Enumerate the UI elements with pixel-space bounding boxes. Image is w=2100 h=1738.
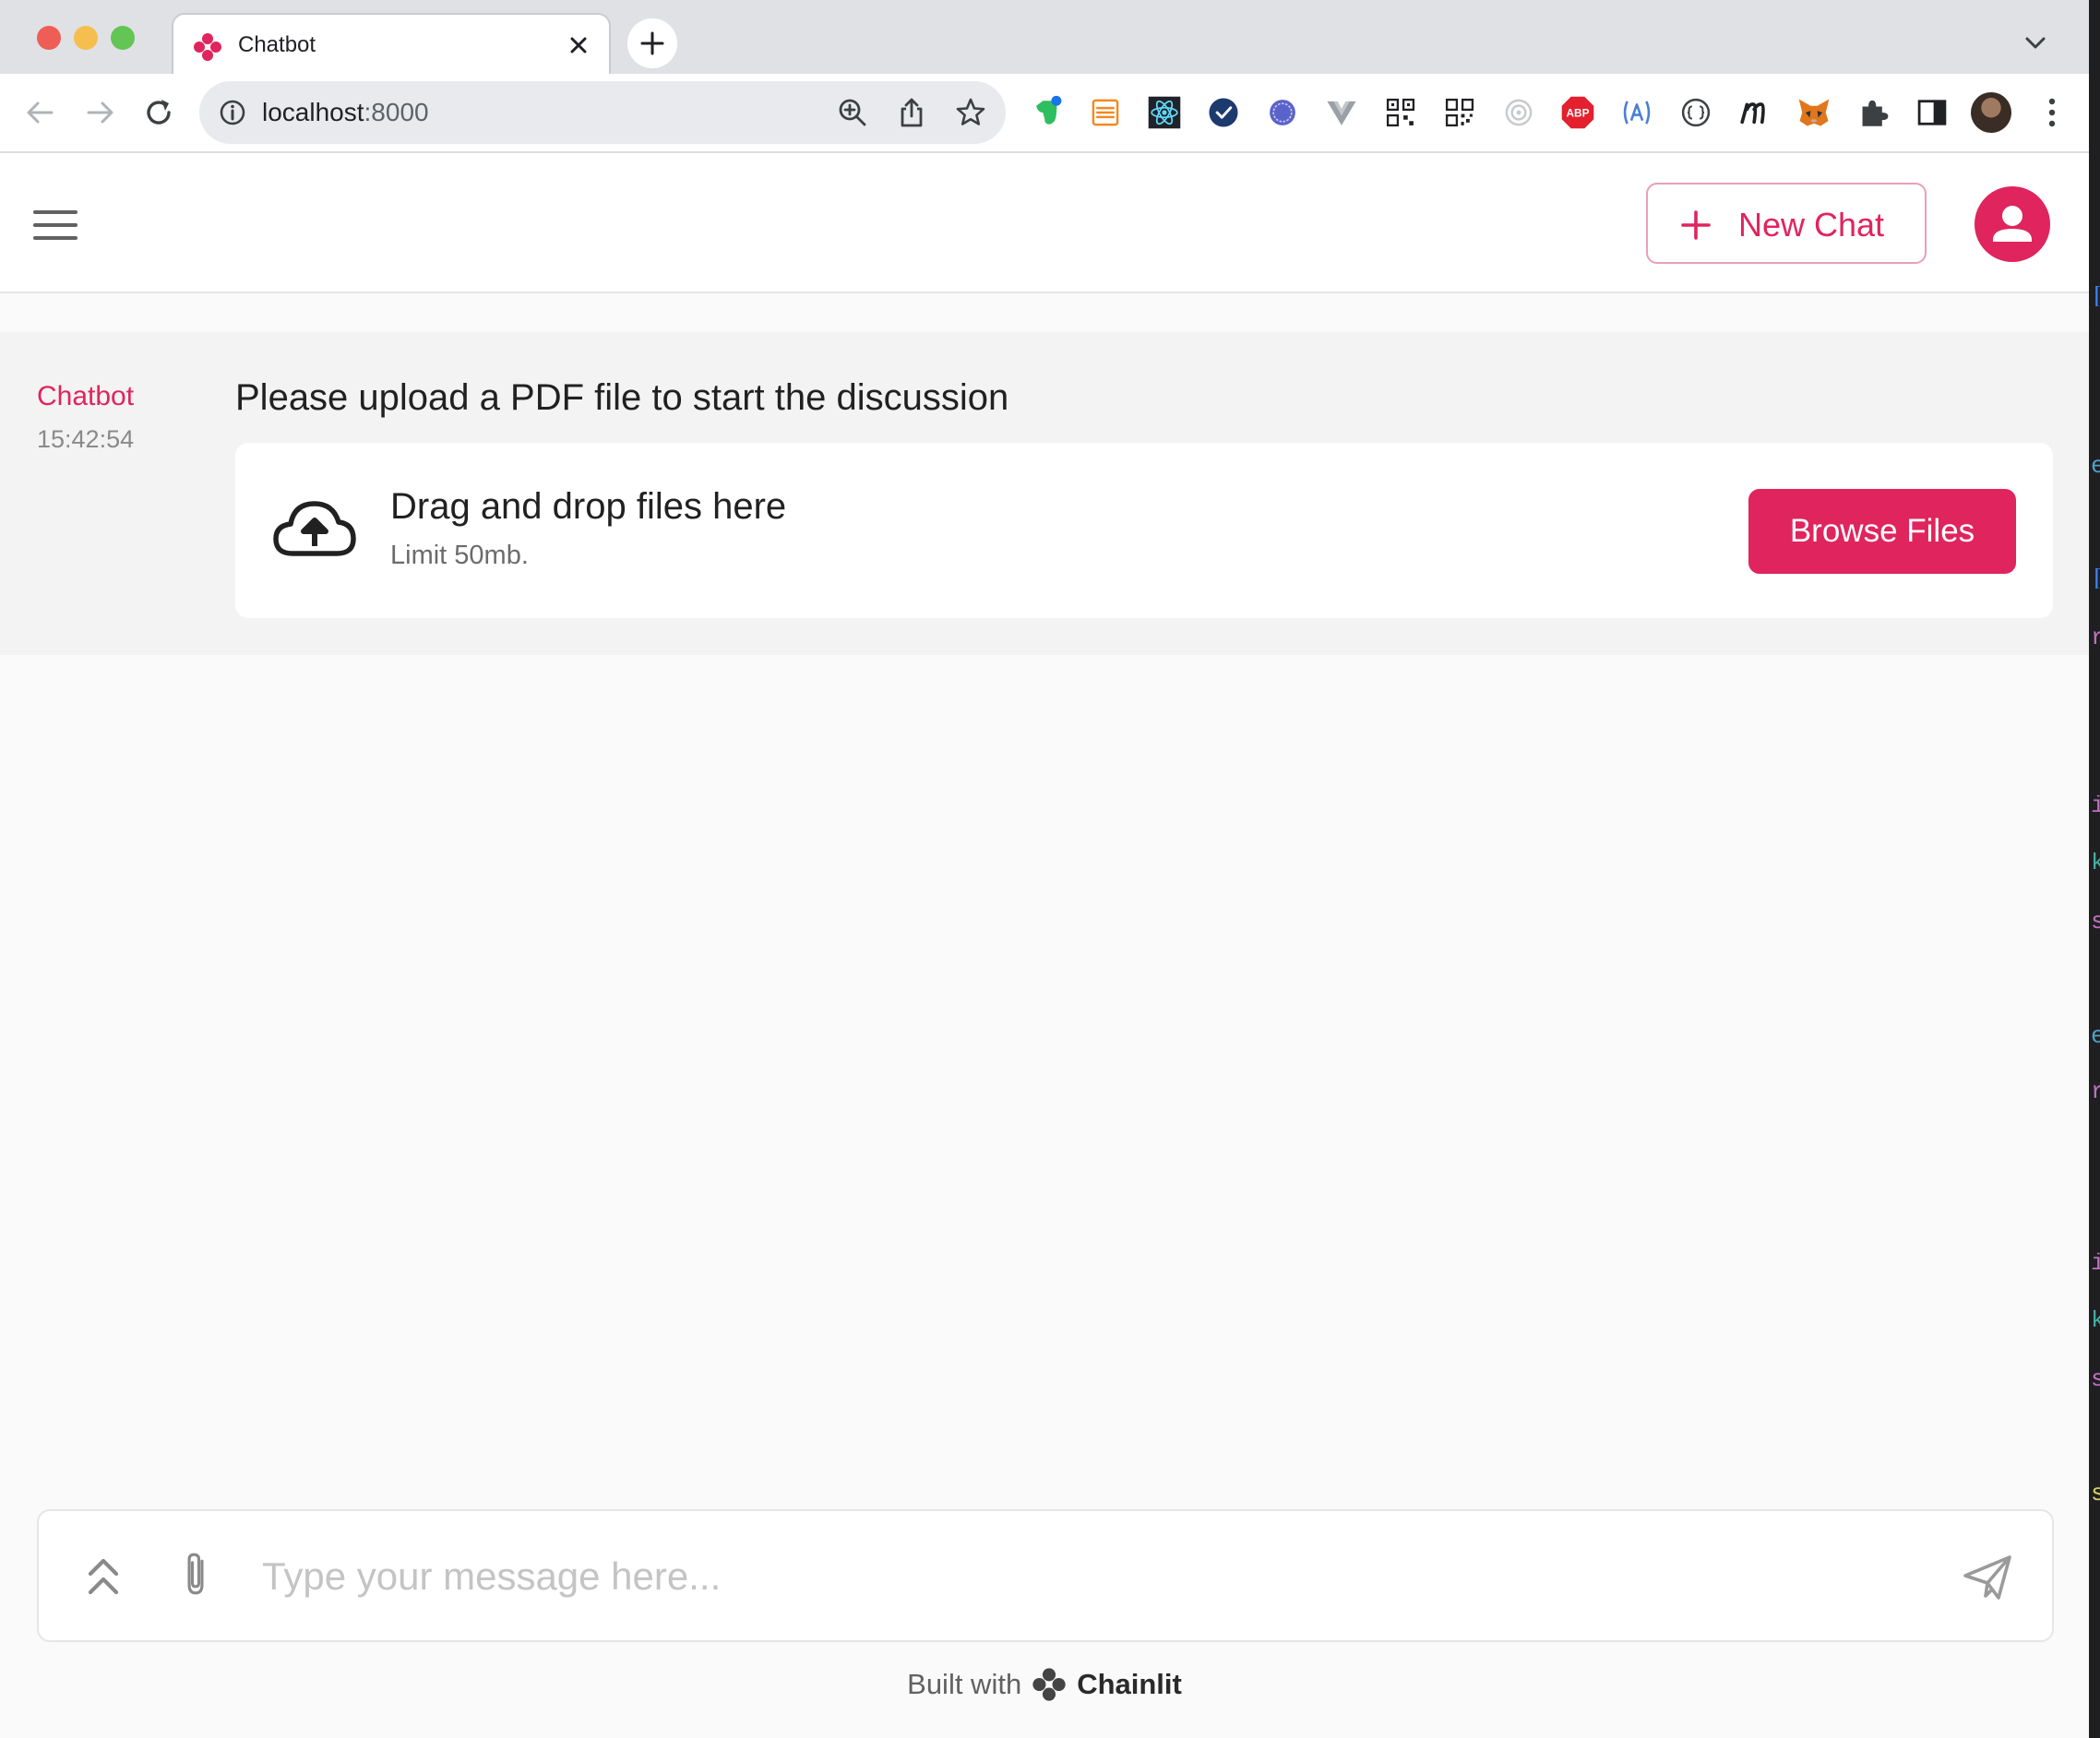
check-circle-icon[interactable] [1203, 92, 1244, 133]
user-icon [1993, 206, 2032, 242]
message-input[interactable] [260, 1548, 1943, 1605]
address-bar[interactable]: localhost:8000 [199, 81, 1006, 144]
tab-title: Chatbot [238, 32, 316, 57]
browse-files-button[interactable]: Browse Files [1748, 489, 2016, 574]
close-window-button[interactable] [37, 26, 61, 50]
stack-icon[interactable] [1085, 92, 1126, 133]
vue-icon[interactable] [1321, 92, 1362, 133]
file-dropzone[interactable]: Drag and drop files here Limit 50mb. Bro… [235, 443, 2053, 618]
dropzone-limit: Limit 50mb. [390, 541, 529, 570]
new-chat-button[interactable]: New Chat [1646, 183, 1927, 264]
message-text: Please upload a PDF file to start the di… [235, 377, 1009, 418]
close-tab-icon[interactable] [565, 31, 592, 59]
chevrons-up-icon[interactable] [83, 1553, 124, 1601]
qr-icon-2[interactable] [1439, 92, 1480, 133]
json-icon[interactable] [1676, 92, 1716, 133]
browser-window: Chatbot localhost:8000 ABP New Chat Chat… [0, 0, 2089, 1738]
chainlit-logo-icon [1032, 1668, 1066, 1701]
m-icon[interactable] [1735, 92, 1775, 133]
browser-toolbar: localhost:8000 ABP [0, 74, 2089, 153]
bookmark-star-icon[interactable] [954, 96, 987, 129]
new-chat-label: New Chat [1738, 206, 1885, 244]
message-author: Chatbot [37, 381, 135, 411]
react-devtools-icon[interactable] [1144, 92, 1185, 133]
nordvpn-icon[interactable] [1262, 92, 1303, 133]
puzzle-icon[interactable] [1853, 92, 1893, 133]
svg-text:ABP: ABP [1567, 107, 1590, 120]
info-icon[interactable] [218, 98, 247, 127]
browser-tab[interactable]: Chatbot [172, 13, 611, 74]
profile-avatar[interactable] [1971, 92, 2011, 133]
message-time: 15:42:54 [37, 425, 135, 453]
paperclip-icon[interactable] [175, 1550, 216, 1598]
footer: Built with Chainlit [0, 1666, 2089, 1703]
tab-strip: Chatbot [0, 0, 2089, 74]
desktop-edge: [ e [ r i k s e r i k s s [2089, 0, 2100, 1738]
kebab-menu-icon[interactable] [2032, 92, 2072, 133]
target-icon[interactable] [1498, 92, 1539, 133]
adblock-icon[interactable]: ABP [1557, 92, 1598, 133]
evernote-icon[interactable] [1026, 92, 1067, 133]
qr-icon[interactable] [1380, 92, 1421, 133]
user-avatar-button[interactable] [1975, 186, 2050, 262]
metamask-icon[interactable] [1794, 92, 1834, 133]
plus-icon [1681, 210, 1711, 240]
footer-brand[interactable]: Chainlit [1077, 1668, 1182, 1701]
cloud-upload-icon [273, 501, 356, 556]
a11y-icon[interactable] [1617, 92, 1657, 133]
forward-arrow-icon[interactable] [79, 92, 120, 133]
reload-icon[interactable] [138, 92, 179, 133]
zoom-icon[interactable] [836, 96, 869, 129]
chevron-down-icon[interactable] [2019, 26, 2052, 59]
zoom-window-button[interactable] [111, 26, 135, 50]
share-icon[interactable] [895, 96, 928, 129]
minimize-window-button[interactable] [74, 26, 98, 50]
url-text: localhost:8000 [262, 98, 429, 126]
sidepanel-icon[interactable] [1912, 92, 1952, 133]
send-icon[interactable] [1962, 1553, 2013, 1601]
footer-prefix: Built with [907, 1668, 1022, 1700]
message-composer [37, 1509, 2054, 1642]
message-row: Chatbot 15:42:54 Please upload a PDF fil… [0, 332, 2089, 655]
chainlit-favicon-icon [194, 33, 221, 61]
dropzone-title: Drag and drop files here [390, 486, 787, 527]
back-arrow-icon[interactable] [20, 92, 61, 133]
new-tab-icon[interactable] [627, 18, 677, 68]
app-header: New Chat [0, 153, 2089, 293]
chat-area: Chatbot 15:42:54 Please upload a PDF fil… [0, 293, 2089, 1738]
hamburger-menu-icon[interactable] [33, 208, 78, 242]
